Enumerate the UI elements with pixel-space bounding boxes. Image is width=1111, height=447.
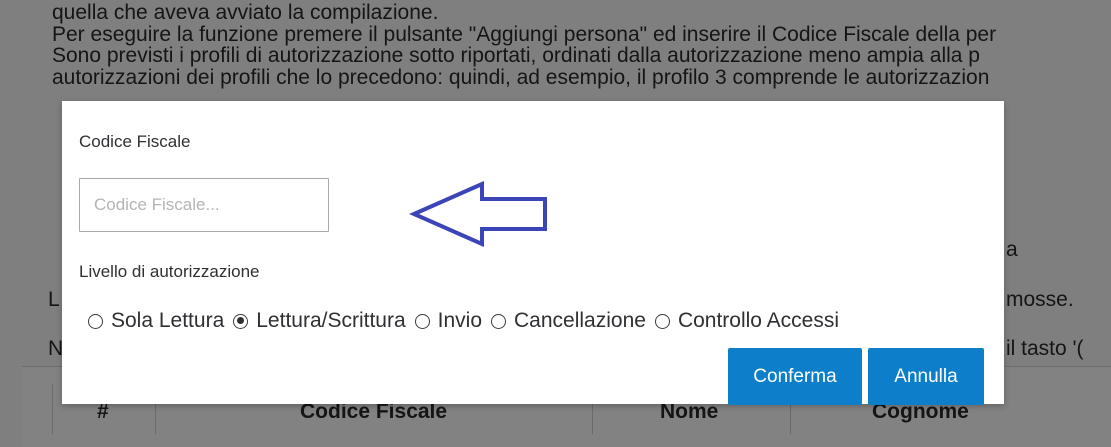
radio-checked-icon[interactable] [233,313,249,329]
radio-label: Cancellazione [514,309,646,332]
radio-unchecked-icon[interactable] [491,313,507,329]
authorization-level-radio-group: Sola Lettura Lettura/Scrittura Invio Can… [88,309,848,333]
livello-autorizzazione-label: Livello di autorizzazione [79,262,260,281]
annulla-button[interactable]: Annulla [868,348,984,405]
radio-label: Controllo Accessi [677,309,840,332]
radio-sola-lettura[interactable]: Sola Lettura [88,309,224,333]
radio-unchecked-icon[interactable] [88,313,103,329]
radio-controllo-accessi[interactable]: Controllo Accessi [654,309,840,333]
radio-unchecked-icon[interactable] [654,313,670,329]
bg-text-fragment: L [48,288,60,311]
radio-label: Lettura/Scrittura [256,309,406,332]
radio-unchecked-icon[interactable] [414,313,430,329]
bg-text-line-1: quella che aveva avviato la compilazione… [52,1,439,24]
bg-text-fragment: a [1006,238,1018,261]
bg-text-line-2: Per eseguire la funzione premere il puls… [52,23,997,46]
radio-cancellazione[interactable]: Cancellazione [491,309,646,333]
radio-invio[interactable]: Invio [414,309,483,333]
radio-label: Sola Lettura [111,309,225,332]
bg-text-line-3: Sono previsti i profili di autorizzazion… [52,44,980,67]
bg-text-fragment: N [48,337,64,360]
codice-fiscale-label: Codice Fiscale [79,132,191,151]
add-person-modal: Codice Fiscale Livello di autorizzazione… [62,101,1004,405]
bg-text-fragment: mosse. [1006,288,1074,311]
radio-label: Invio [437,309,483,332]
table-divider [52,384,53,434]
radio-lettura-scrittura[interactable]: Lettura/Scrittura [233,309,406,333]
left-arrow-icon [409,181,547,247]
conferma-button[interactable]: Conferma [728,348,862,405]
codice-fiscale-input[interactable] [79,178,329,232]
bg-text-line-4: autorizzazioni dei profili che lo preced… [52,66,990,89]
bg-text-fragment: il tasto '( [1006,337,1084,360]
